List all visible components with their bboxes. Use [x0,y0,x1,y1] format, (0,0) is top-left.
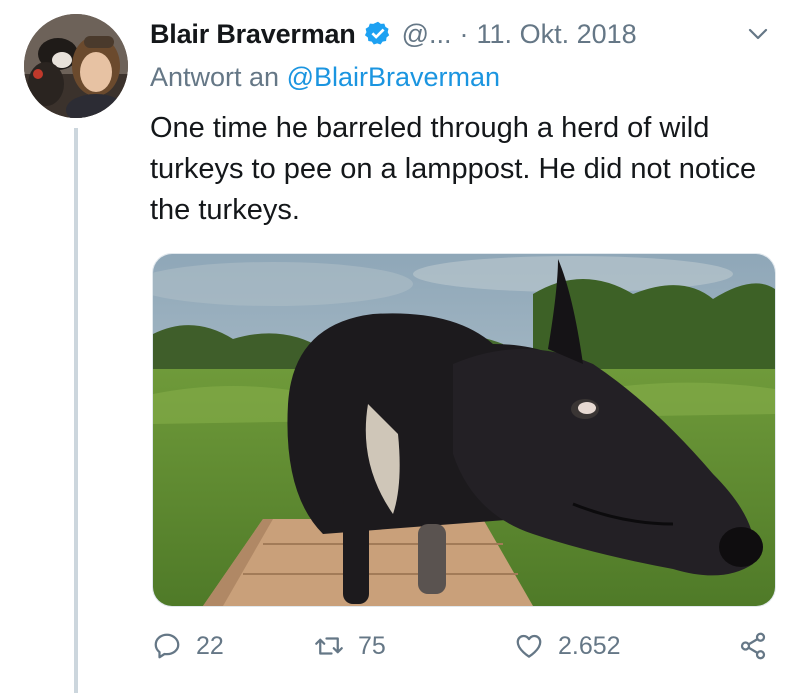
thread-connector-line [74,128,78,693]
author-handle[interactable]: @... [402,19,452,50]
tweet-photo[interactable] [152,253,776,607]
tweet-header: Blair Braverman @... · 11. Okt. 2018 [150,14,770,54]
like-count: 2.652 [558,631,621,660]
reply-count: 22 [196,631,224,660]
avatar-image [24,14,128,118]
reply-prefix: Antwort an [150,62,287,92]
reply-context: Antwort an @BlairBraverman [150,62,500,93]
like-button[interactable]: 2.652 [514,620,621,672]
retweet-button[interactable]: 75 [314,620,386,672]
like-heart-icon [516,634,542,658]
share-button[interactable] [738,620,768,672]
retweet-icon [315,637,343,655]
dog-photo-image [153,254,775,606]
tweet-text: One time he barreled through a herd of w… [150,112,757,226]
retweet-count: 75 [358,631,386,660]
reply-button[interactable]: 22 [152,620,224,672]
share-icon [740,632,766,660]
reply-mention-link[interactable]: @BlairBraverman [287,62,500,92]
chevron-down-icon[interactable] [746,22,770,46]
reply-icon [154,633,180,659]
avatar[interactable] [24,14,128,118]
tweet-actions: 22 75 2.652 [152,620,778,672]
tweet-date[interactable]: 11. Okt. 2018 [477,19,637,50]
verified-badge-icon [364,21,389,45]
separator-dot: · [459,18,469,49]
author-name[interactable]: Blair Braverman [150,19,356,50]
